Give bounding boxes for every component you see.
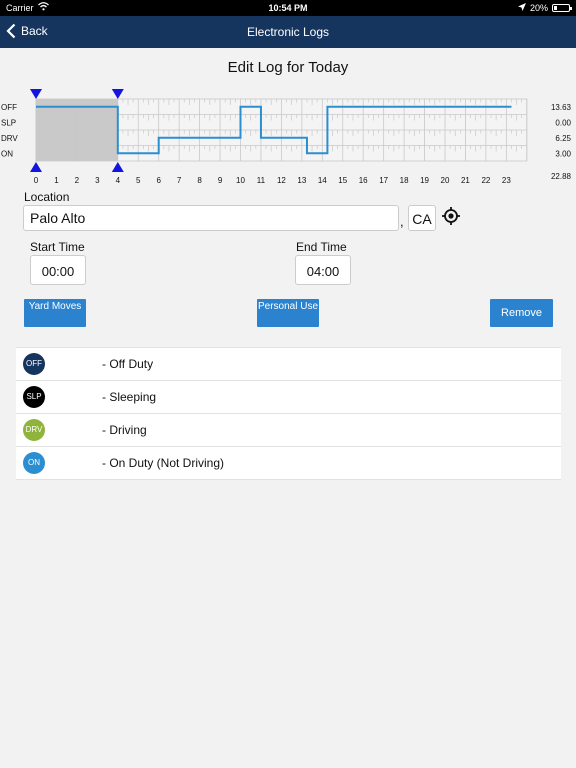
graph-grand-total: 22.88: [551, 172, 572, 181]
graph-hour-label: 11: [257, 176, 266, 184]
legend-text: - On Duty (Not Driving): [102, 456, 225, 470]
start-time-input[interactable]: 00:00: [30, 255, 86, 285]
graph-hour-label: 10: [236, 176, 245, 184]
graph-hour-label: 19: [420, 176, 429, 184]
status-right: 20%: [517, 3, 572, 13]
graph-hour-label: 12: [277, 176, 286, 184]
graph-row-total: 6.25: [555, 134, 571, 143]
location-arrow-icon: [517, 3, 526, 13]
remove-button[interactable]: Remove: [490, 299, 553, 327]
battery-icon: [552, 4, 572, 12]
graph-hour-label: 18: [400, 176, 409, 184]
graph-hour-label: 3: [95, 176, 100, 184]
location-state-input[interactable]: CA: [408, 205, 436, 231]
graph-hour-label: 6: [156, 176, 161, 184]
graph-hour-label: 21: [461, 176, 470, 184]
legend-item-on-duty: ON - On Duty (Not Driving): [16, 447, 561, 480]
graph-hour-label: 8: [197, 176, 202, 184]
graph-hour-label: 13: [297, 176, 306, 184]
status-legend: OFF - Off Duty SLP - Sleeping DRV - Driv…: [16, 347, 561, 480]
graph-hour-label: 16: [359, 176, 368, 184]
start-time-label: Start Time: [30, 240, 85, 254]
off-duty-badge: OFF: [23, 353, 45, 375]
legend-text: - Off Duty: [102, 357, 154, 371]
graph-row-total: 3.00: [555, 149, 571, 158]
graph-row-label-off: OFF: [1, 103, 17, 112]
driving-badge: DRV: [23, 419, 45, 441]
graph-hour-label: 5: [136, 176, 141, 184]
end-marker-bottom[interactable]: [111, 162, 124, 172]
battery-percent: 20%: [529, 3, 548, 13]
status-bar: Carrier 10:54 PM 20%: [0, 0, 576, 16]
yard-moves-button[interactable]: Yard Moves: [24, 299, 86, 327]
graph-row-total: 0.00: [555, 118, 571, 127]
sleeping-badge: SLP: [23, 386, 45, 408]
graph-row-total: 13.63: [551, 103, 572, 112]
legend-item-off-duty: OFF - Off Duty: [16, 348, 561, 381]
end-marker-top[interactable]: [111, 89, 124, 99]
page-title: Edit Log for Today: [227, 59, 349, 76]
status-time: 10:54 PM: [268, 3, 308, 13]
location-city-input[interactable]: Palo Alto: [23, 205, 399, 231]
personal-use-button[interactable]: Personal Use: [257, 299, 319, 327]
graph-hour-label: 20: [441, 176, 450, 184]
graph-hour-label: 1: [54, 176, 59, 184]
gps-locate-icon[interactable]: [441, 206, 461, 231]
graph-row-label-drv: DRV: [1, 134, 18, 143]
legend-text: - Sleeping: [102, 390, 157, 404]
graph-hour-label: 22: [481, 176, 490, 184]
graph-hour-label: 4: [116, 176, 121, 184]
location-label: Location: [24, 190, 70, 204]
graph-hour-label: 14: [318, 176, 327, 184]
graph-hour-label: 23: [502, 176, 511, 184]
graph-row-label-slp: SLP: [1, 118, 16, 127]
graph-hour-label: 0: [34, 176, 39, 184]
graph-row-label-on: ON: [1, 149, 13, 158]
start-marker-bottom[interactable]: [30, 162, 42, 172]
legend-item-driving: DRV - Driving: [16, 414, 561, 447]
end-time-label: End Time: [296, 240, 347, 254]
graph-hour-label: 15: [338, 176, 347, 184]
log-graph[interactable]: OFFSLPDRVON13.630.006.253.0022.880 1 2 3 4 5 6…: [0, 88, 576, 184]
legend-item-sleeping: SLP - Sleeping: [16, 381, 561, 414]
nav-bar: Back Electronic Logs: [0, 16, 576, 48]
location-separator: ,: [400, 214, 404, 229]
legend-text: - Driving: [102, 423, 147, 437]
graph-hour-label: 7: [177, 176, 182, 184]
nav-title: Electronic Logs: [246, 25, 330, 39]
battery-fill: [554, 6, 557, 10]
start-marker-top[interactable]: [30, 89, 42, 99]
on-duty-badge: ON: [23, 452, 45, 474]
graph-hour-label: 2: [75, 176, 80, 184]
graph-hour-label: 17: [379, 176, 388, 184]
end-time-input[interactable]: 04:00: [295, 255, 351, 285]
graph-hour-label: 9: [218, 176, 223, 184]
